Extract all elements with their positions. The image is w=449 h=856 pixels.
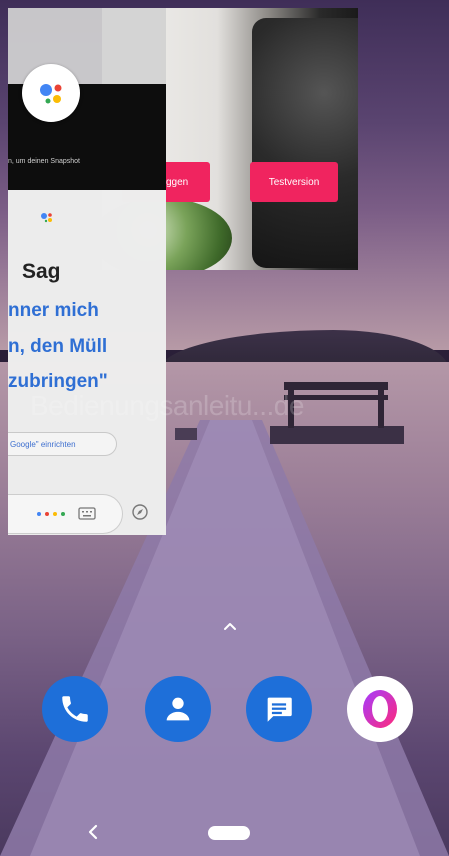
assistant-dots-icon <box>40 210 56 223</box>
google-assistant-icon[interactable] <box>22 64 80 122</box>
system-navigation-bar <box>0 808 449 856</box>
watermark-text: Bedienungsanleitu...de <box>30 390 304 421</box>
camera-photo <box>252 18 358 268</box>
assistant-input-bar[interactable] <box>8 494 123 534</box>
assistant-phrase-line: nner mich <box>8 300 99 321</box>
assistant-phrase-line: n, den Müll <box>8 336 108 357</box>
contacts-app-icon[interactable] <box>145 676 211 742</box>
contacts-icon <box>166 697 190 721</box>
assistant-content-panel <box>8 190 166 535</box>
home-pill-icon[interactable] <box>208 826 250 840</box>
explore-compass-icon[interactable] <box>130 502 150 522</box>
assistant-heading: Sag <box>22 260 61 283</box>
back-chevron-icon[interactable] <box>86 822 100 842</box>
assistant-setup-chip[interactable]: Google" einrichten <box>8 432 117 456</box>
app-drawer-chevron-icon[interactable] <box>220 618 240 634</box>
keyboard-icon[interactable] <box>78 507 96 520</box>
assistant-header-text: n, um deinen Snapshot <box>8 158 80 165</box>
messages-icon <box>267 697 292 722</box>
google-assistant-card[interactable]: n, um deinen Snapshot Sag nner mich n, d… <box>8 8 166 535</box>
assistant-mic-dots-icon[interactable] <box>36 511 72 517</box>
opera-icon <box>363 690 397 728</box>
home-dock <box>0 676 449 756</box>
phone-app-icon[interactable] <box>42 676 108 742</box>
phone-icon <box>62 696 88 722</box>
trial-button[interactable]: Testversion <box>250 162 338 202</box>
messages-app-icon[interactable] <box>246 676 312 742</box>
opera-app-icon[interactable] <box>347 676 413 742</box>
